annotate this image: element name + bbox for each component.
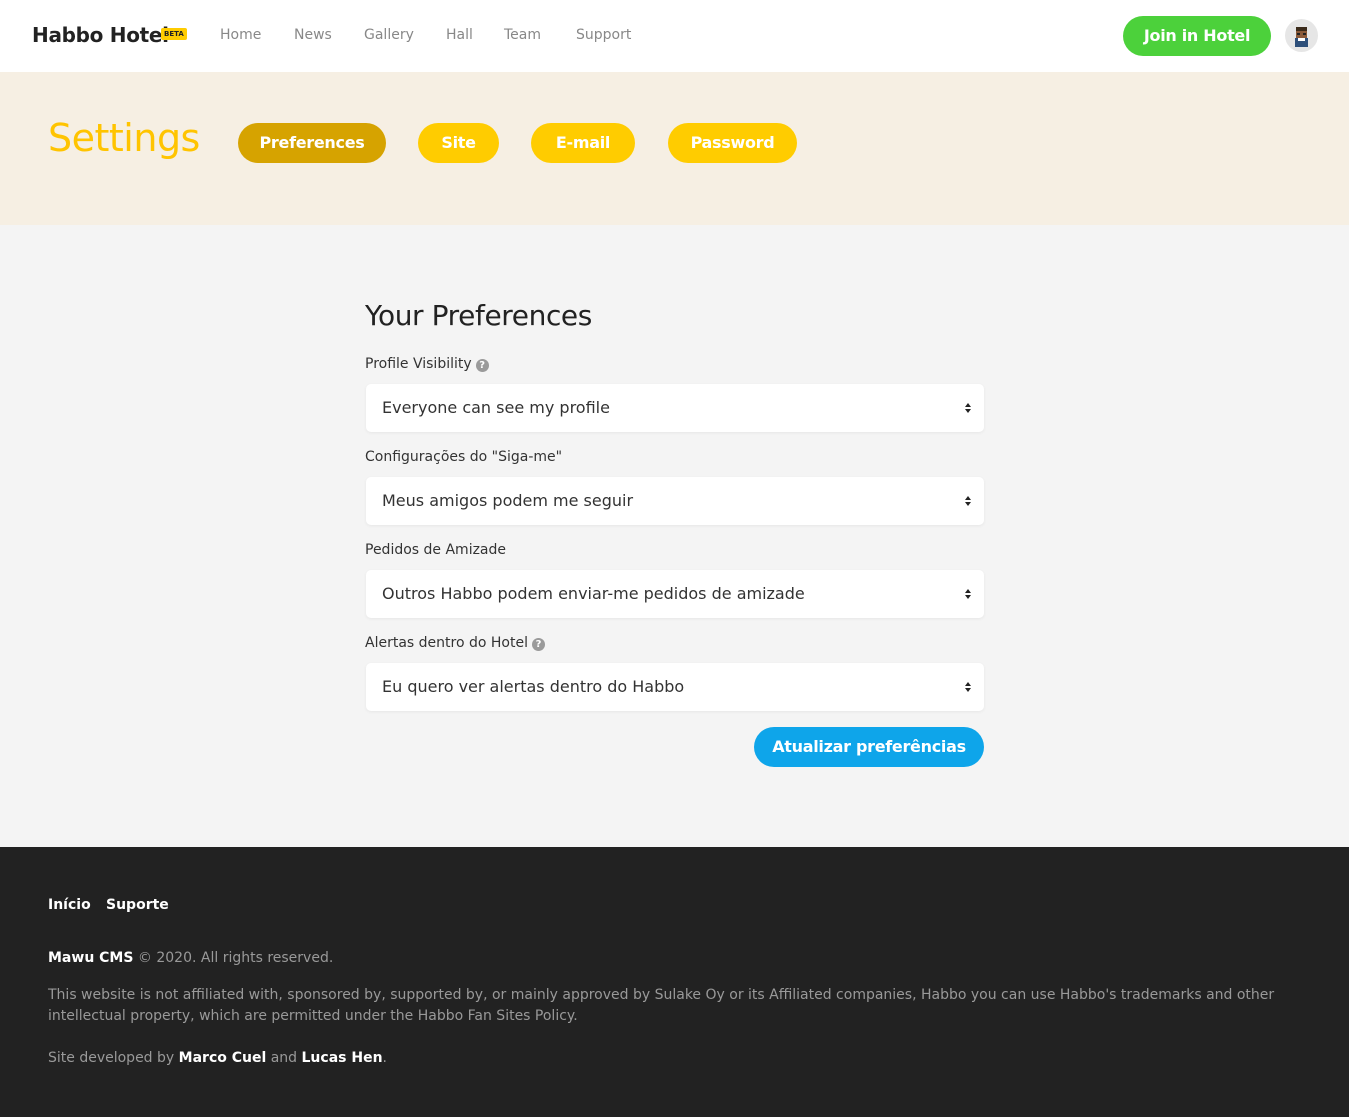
- page-title: Settings: [48, 116, 200, 160]
- nav-news[interactable]: News: [294, 27, 332, 43]
- disclaimer-text: This website is not affiliated with, spo…: [48, 987, 1275, 1024]
- friend-requests-label: Pedidos de Amizade: [365, 542, 507, 558]
- friend-requests-select[interactable]: Outros Habbo podem enviar-me pedidos de …: [366, 570, 984, 618]
- select-value: Eu quero ver alertas dentro do Habbo: [382, 677, 685, 696]
- copyright-line: Mawu CMS © 2020. All rights reserved.: [48, 950, 334, 966]
- beta-badge: BETA: [161, 28, 187, 40]
- brand-logo[interactable]: Habbo Hotel: [32, 23, 169, 47]
- nav-hall[interactable]: Hall: [446, 27, 473, 43]
- update-preferences-button[interactable]: Atualizar preferências: [754, 727, 984, 767]
- nav-team[interactable]: Team: [504, 27, 541, 43]
- profile-visibility-select[interactable]: Everyone can see my profile: [366, 384, 984, 432]
- tab-password[interactable]: Password: [668, 123, 797, 163]
- user-avatar[interactable]: [1285, 19, 1318, 52]
- copyright-brand: Mawu CMS: [48, 950, 134, 966]
- select-value: Meus amigos podem me seguir: [382, 491, 634, 510]
- tab-site[interactable]: Site: [418, 123, 499, 163]
- top-navbar: Habbo Hotel BETA Home News Gallery Hall …: [0, 0, 1349, 72]
- settings-hero: Settings Preferences Site E-mail Passwor…: [0, 72, 1349, 225]
- help-icon[interactable]: ?: [531, 638, 545, 651]
- footer: Início Suporte Mawu CMS © 2020. All righ…: [0, 847, 1349, 1117]
- tab-preferences[interactable]: Preferences: [238, 123, 386, 163]
- footer-link-suporte[interactable]: Suporte: [106, 897, 169, 913]
- footer-link-inicio[interactable]: Início: [48, 897, 91, 913]
- nav-gallery[interactable]: Gallery: [364, 27, 414, 43]
- select-arrows-icon: [965, 589, 971, 599]
- join-hotel-button[interactable]: Join in Hotel: [1123, 16, 1271, 56]
- developer-credits: Site developed by Marco Cuel and Lucas H…: [48, 1050, 387, 1066]
- select-arrows-icon: [965, 682, 971, 692]
- developer-1: Marco Cuel: [178, 1050, 267, 1066]
- select-value: Everyone can see my profile: [382, 398, 610, 417]
- select-value: Outros Habbo podem enviar-me pedidos de …: [382, 584, 805, 603]
- tab-email[interactable]: E-mail: [531, 123, 635, 163]
- habbo-avatar-icon: [1295, 27, 1308, 47]
- nav-support[interactable]: Support: [576, 27, 631, 43]
- nav-home[interactable]: Home: [220, 27, 261, 43]
- follow-settings-select[interactable]: Meus amigos podem me seguir: [366, 477, 984, 525]
- select-arrows-icon: [965, 403, 971, 413]
- follow-settings-label: Configurações do "Siga-me": [365, 449, 563, 465]
- help-icon[interactable]: ?: [475, 359, 489, 372]
- hotel-alerts-select[interactable]: Eu quero ver alertas dentro do Habbo: [366, 663, 984, 711]
- profile-visibility-label: Profile Visibility?: [365, 356, 489, 372]
- developer-2: Lucas Hen: [301, 1050, 383, 1066]
- section-title: Your Preferences: [365, 299, 592, 332]
- select-arrows-icon: [965, 496, 971, 506]
- hotel-alerts-label: Alertas dentro do Hotel?: [365, 635, 545, 651]
